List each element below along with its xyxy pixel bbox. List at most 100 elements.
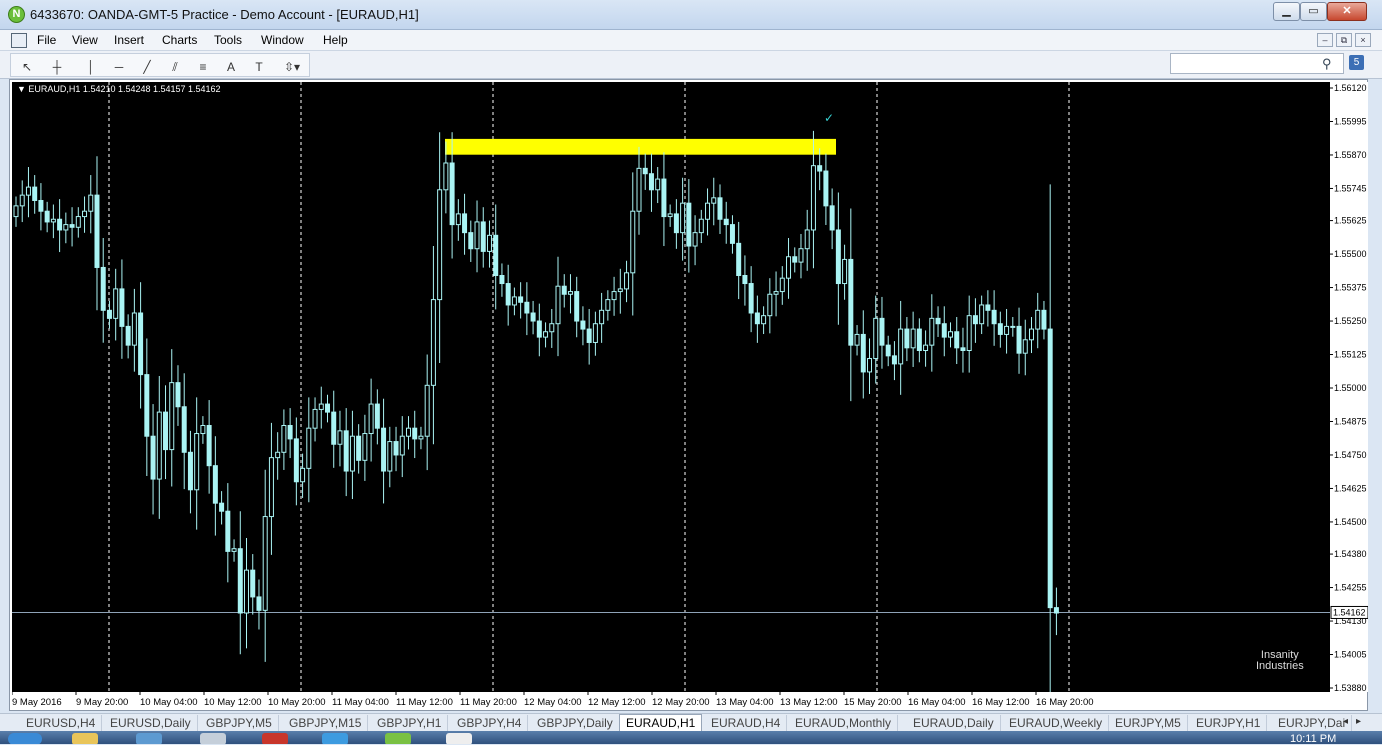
- candle-body: [131, 312, 137, 346]
- watermark-line2: Industries: [1256, 660, 1304, 672]
- taskbar-app-icon[interactable]: [136, 733, 162, 744]
- time-tick-label: 12 May 12:00: [588, 697, 646, 708]
- candle-body: [106, 309, 112, 319]
- candle-body: [1035, 309, 1041, 330]
- candle-body: [698, 218, 704, 234]
- candle-body: [474, 221, 480, 250]
- file-explorer-icon[interactable]: [72, 733, 98, 744]
- chart-tab[interactable]: EURAUD,Weekly: [1003, 715, 1110, 731]
- chart-window-icon[interactable]: [11, 33, 27, 48]
- menu-help[interactable]: Help: [323, 33, 348, 47]
- fibonacci-icon[interactable]: ≡: [193, 58, 213, 76]
- candle: [898, 300, 904, 395]
- candle: [368, 378, 374, 462]
- candlestick-chart[interactable]: ✓: [12, 82, 1330, 745]
- candle: [468, 220, 474, 262]
- candle-body: [786, 256, 792, 279]
- candle: [287, 408, 293, 459]
- candle: [648, 153, 654, 212]
- metatrader-mt-icon[interactable]: [446, 733, 472, 744]
- time-axis: 9 May 2016 9 May 20:00 10 May 04:00 10 May …: [11, 692, 1330, 710]
- candle-body: [948, 331, 953, 338]
- chart-tab[interactable]: EURUSD,Daily: [104, 715, 198, 731]
- taskbar-app-icon[interactable]: [262, 733, 288, 744]
- chart-restore-button[interactable]: ⧉: [1336, 33, 1352, 47]
- chart-minimize-button[interactable]: –: [1317, 33, 1333, 47]
- chart-tab[interactable]: GBPJPY,M5: [200, 715, 279, 731]
- chart-menu-icon[interactable]: ▼: [17, 84, 28, 94]
- candle-body: [356, 435, 362, 461]
- chart-close-button[interactable]: ×: [1355, 33, 1371, 47]
- candle-body: [181, 406, 187, 453]
- search-icon[interactable]: ⚲: [1322, 56, 1332, 72]
- candle: [854, 325, 860, 356]
- menu-file[interactable]: File: [37, 33, 56, 47]
- text-label-icon[interactable]: T: [249, 58, 269, 76]
- chart-tab[interactable]: GBPJPY,Daily: [531, 715, 620, 731]
- chart-tab[interactable]: EURAUD,Daily: [907, 715, 1001, 731]
- menu-view[interactable]: View: [72, 33, 98, 47]
- maximize-button[interactable]: ▭: [1300, 2, 1327, 21]
- candle: [860, 310, 866, 399]
- candle-body: [873, 317, 879, 360]
- chart-tab[interactable]: EURJPY,Dai: [1272, 715, 1353, 731]
- crosshair-icon[interactable]: ┼: [47, 58, 67, 76]
- chart-tab[interactable]: GBPJPY,M15: [283, 715, 369, 731]
- candle: [885, 335, 891, 367]
- price-tick-label: 1.54005: [1334, 650, 1367, 660]
- close-button[interactable]: ✕: [1327, 2, 1367, 21]
- menu-bar: File View Insert Charts Tools Window Hel…: [0, 30, 1382, 51]
- chart-tab[interactable]: GBPJPY,H1: [371, 715, 449, 731]
- chart-canvas[interactable]: ✓: [12, 82, 1330, 745]
- candle-body: [331, 411, 337, 445]
- title-bar: N 6433670: OANDA-GMT-5 Practice - Demo A…: [0, 0, 1382, 30]
- browser-icon[interactable]: [322, 733, 348, 744]
- chart-tab[interactable]: EURAUD,H4: [705, 715, 788, 731]
- candle: [268, 422, 274, 555]
- candle-body: [767, 293, 773, 317]
- chart-tab[interactable]: GBPJPY,H4: [451, 715, 529, 731]
- menu-charts[interactable]: Charts: [162, 33, 197, 47]
- candle-body: [829, 205, 835, 231]
- chart-tab[interactable]: EURAUD,Monthly: [789, 715, 899, 731]
- start-button-icon[interactable]: [8, 733, 42, 744]
- arrows-icon[interactable]: ⇳▾: [277, 58, 307, 76]
- candle: [592, 311, 598, 356]
- line-studies-toolbar: ↖ ┼ │ ─ ╱ ⫽ ≡ A T ⇳▾: [10, 53, 310, 77]
- taskbar-app-icon[interactable]: [200, 733, 226, 744]
- text-icon[interactable]: A: [221, 58, 241, 76]
- menu-tools[interactable]: Tools: [214, 33, 242, 47]
- candle-body: [38, 200, 44, 212]
- help-icon[interactable]: 5: [1349, 55, 1364, 70]
- candle-body: [860, 333, 866, 373]
- candle-body: [854, 333, 860, 346]
- candle: [231, 539, 237, 562]
- metatrader-app-icon: N: [8, 6, 25, 23]
- windows-taskbar: [0, 731, 1382, 744]
- candle-body: [736, 242, 742, 277]
- metatrader-taskbar-icon[interactable]: [385, 733, 411, 744]
- chart-tab[interactable]: EURJPY,H1: [1190, 715, 1268, 731]
- tab-scroll-right-icon[interactable]: ▸: [1356, 716, 1361, 727]
- candle-body: [275, 451, 281, 459]
- minimize-button[interactable]: ▁: [1273, 2, 1300, 21]
- candle-body: [773, 291, 779, 295]
- equidistant-channel-icon[interactable]: ⫽: [165, 58, 185, 76]
- horizontal-line-icon[interactable]: ─: [109, 58, 129, 76]
- cursor-icon[interactable]: ↖: [17, 58, 37, 76]
- candle-body: [574, 291, 580, 322]
- trendline-icon[interactable]: ╱: [137, 58, 157, 76]
- chart-tab[interactable]: EURJPY,M5: [1109, 715, 1188, 731]
- candle: [997, 311, 1003, 348]
- menu-insert[interactable]: Insert: [114, 33, 144, 47]
- vertical-line-icon[interactable]: │: [81, 58, 101, 76]
- search-input[interactable]: [1170, 53, 1344, 74]
- menu-window[interactable]: Window: [261, 33, 304, 47]
- chart-tab[interactable]: EURUSD,H4: [20, 715, 103, 731]
- chart-tab[interactable]: EURAUD,H1: [619, 714, 703, 731]
- tab-scroll-left-icon[interactable]: ◂: [1343, 716, 1348, 727]
- time-tick-label: 13 May 04:00: [716, 697, 774, 708]
- candle: [306, 397, 312, 503]
- candle-body: [437, 189, 443, 301]
- candle: [848, 208, 854, 402]
